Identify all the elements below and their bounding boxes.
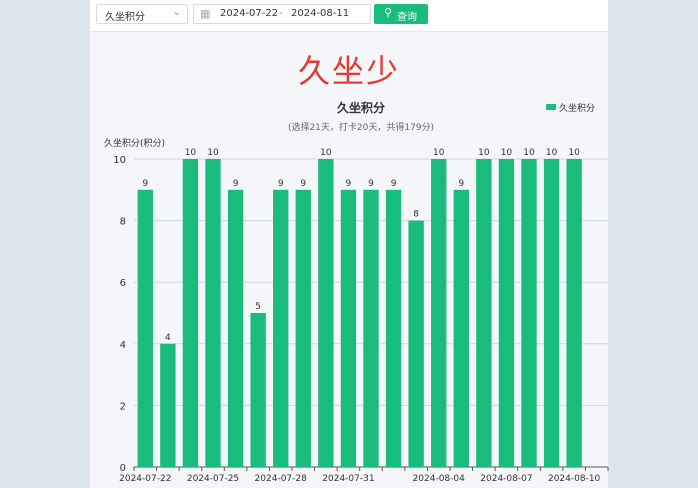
bar-value-label: 10 [207,148,219,158]
bar[interactable] [205,159,221,467]
bar-value-label: 9 [142,179,148,189]
bar[interactable] [273,189,289,468]
bar-value-label: 9 [300,179,306,189]
bar-value-label: 10 [546,148,558,158]
bar-value-label: 10 [568,148,580,158]
x-tick-label: 2024-07-31 [322,474,374,484]
legend-swatch [546,104,556,110]
bar[interactable] [385,189,402,468]
y-axis-label: 久坐积分(积分) [104,137,165,149]
x-tick-label: 2024-07-28 [255,474,308,484]
bar[interactable] [498,159,515,467]
x-tick-label: 2024-08-10 [548,474,601,484]
chart-title: 久坐积分 [337,100,385,115]
y-tick-label: 10 [113,155,126,166]
bar-value-label: 9 [278,179,284,189]
y-tick-label: 4 [120,340,126,351]
bar-value-label: 10 [501,148,513,158]
bar[interactable] [431,159,447,467]
bar-value-label: 4 [165,333,171,343]
bar-value-label: 5 [255,302,261,312]
x-tick-label: 2024-08-04 [413,474,466,484]
x-tick-label: 2024-07-25 [187,474,239,484]
bar[interactable] [227,189,244,468]
bar-value-label: 9 [368,179,374,189]
bar-value-label: 8 [413,210,419,220]
bar[interactable] [566,159,582,467]
bar-chart: 久坐积分 (选择21天，打卡20天，共得179分) 久坐积分 久坐积分(积分) … [104,100,609,484]
bar-value-label: 9 [233,179,239,189]
bar[interactable] [250,313,266,467]
y-tick-label: 8 [120,217,126,228]
bar-value-label: 9 [458,179,464,189]
bar[interactable] [340,189,357,468]
x-tick-label: 2024-07-22 [119,474,171,484]
bar-value-label: 10 [185,148,197,158]
bar-value-label: 10 [433,148,445,158]
bar[interactable] [318,159,334,467]
legend-label[interactable]: 久坐积分 [559,102,595,114]
bar[interactable] [160,343,176,467]
bar[interactable] [295,189,311,468]
bar[interactable] [182,159,199,467]
bar[interactable] [543,159,560,467]
y-tick-label: 6 [120,278,126,289]
bar-value-label: 10 [320,148,332,158]
bar-value-label: 9 [346,179,352,189]
bar-value-label: 9 [391,179,397,189]
bar[interactable] [476,159,492,467]
bar[interactable] [521,159,537,467]
y-tick-label: 0 [120,463,126,474]
bar[interactable] [408,220,424,467]
y-tick-label: 2 [120,401,126,412]
bar[interactable] [363,189,379,468]
bars-group: 9 4 10 10 9 5 9 9 10 9 9 9 8 10 9 10 10 10 10 10 [137,148,582,468]
bar[interactable] [453,189,469,468]
chart-subtitle: (选择21天，打卡20天，共得179分) [288,121,434,133]
x-tick-label: 2024-08-07 [480,474,532,484]
bar-value-label: 10 [523,148,535,158]
bar-value-label: 10 [478,148,490,158]
bar[interactable] [137,189,153,468]
